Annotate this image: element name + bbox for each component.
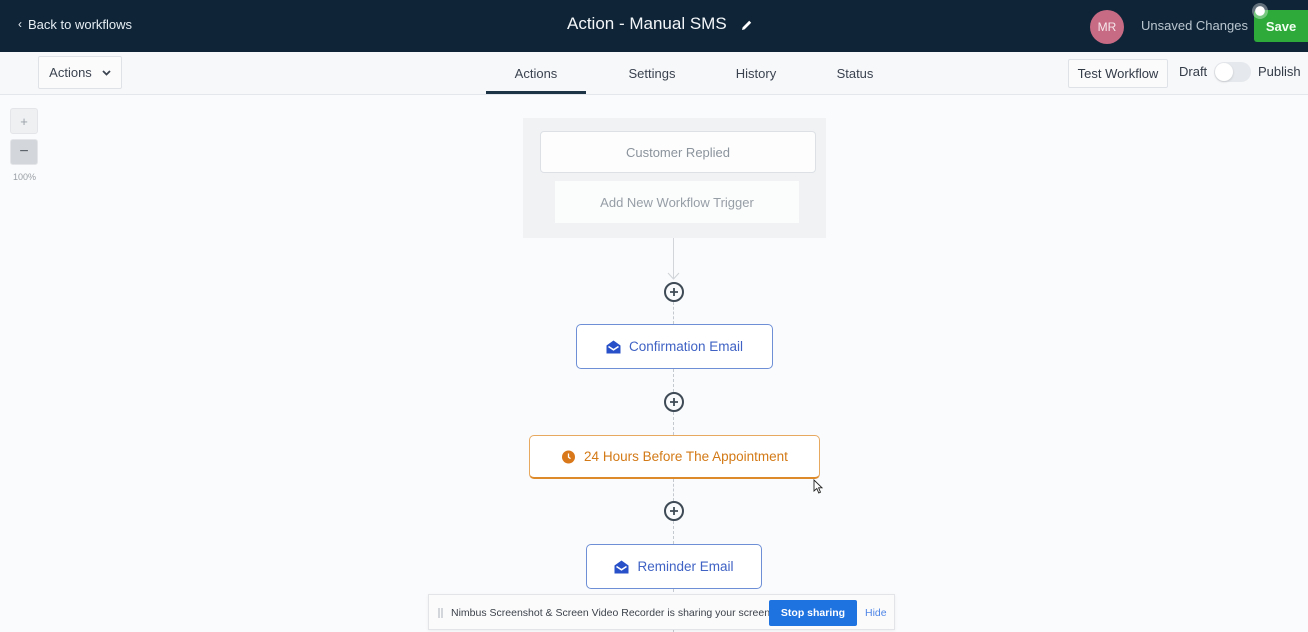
step-wait-24-hours[interactable]: 24 Hours Before The Appointment [529, 435, 820, 479]
drag-handle-icon[interactable] [438, 608, 443, 618]
chevron-down-icon [102, 69, 111, 76]
tab-label: Settings [628, 65, 676, 81]
tab-settings[interactable]: Settings [586, 52, 718, 94]
step-confirmation-email[interactable]: Confirmation Email [576, 324, 773, 369]
stop-sharing-button[interactable]: Stop sharing [769, 600, 857, 626]
tab-status[interactable]: Status [794, 52, 916, 94]
clock-icon [562, 450, 576, 463]
publish-label: Publish [1258, 64, 1301, 79]
workflow-title: Action - Manual SMS [567, 14, 727, 33]
arrow-down-icon [667, 272, 680, 280]
pencil-icon[interactable] [741, 18, 753, 30]
envelope-open-icon [614, 560, 629, 573]
avatar-initials: MR [1097, 20, 1117, 34]
zoom-level: 100% [13, 172, 37, 182]
envelope-open-icon [606, 340, 621, 353]
screen-sharing-message: Nimbus Screenshot & Screen Video Recorde… [451, 607, 773, 619]
add-step-button[interactable] [664, 501, 684, 521]
chevron-left-icon: ‹ [18, 16, 22, 31]
user-avatar[interactable]: MR [1090, 10, 1124, 44]
step-reminder-email[interactable]: Reminder Email [586, 544, 762, 589]
back-link-label: Back to workflows [28, 17, 133, 32]
plus-icon [670, 288, 678, 296]
step-label: 24 Hours Before The Appointment [584, 449, 788, 464]
step-label: Reminder Email [637, 559, 734, 574]
trigger-customer-replied[interactable]: Customer Replied [540, 131, 816, 173]
plus-icon [670, 507, 678, 515]
tab-label: Actions [514, 65, 558, 81]
tab-history[interactable]: History [718, 52, 794, 94]
step-label: Confirmation Email [628, 339, 744, 354]
connector-line [673, 302, 674, 324]
screen-sharing-bar: Nimbus Screenshot & Screen Video Recorde… [428, 594, 895, 630]
tab-actions[interactable]: Actions [486, 52, 586, 94]
connector-line [673, 412, 674, 435]
hide-sharing-bar-link[interactable]: Hide [865, 607, 887, 619]
zoom-out-button[interactable]: − [10, 139, 38, 165]
workflow-tabs: Actions Settings History Status [460, 52, 916, 94]
add-step-button[interactable] [664, 392, 684, 412]
mouse-cursor-icon [813, 479, 823, 494]
connector-line [673, 521, 674, 544]
back-to-workflows-link[interactable]: ‹ Back to workflows [18, 16, 133, 33]
add-workflow-trigger-button[interactable]: Add New Workflow Trigger [555, 181, 799, 223]
plus-icon [670, 398, 678, 406]
unsaved-changes-status: Unsaved Changes [1141, 18, 1248, 33]
tab-label: Status [836, 65, 874, 81]
actions-dropdown-label: Actions [49, 65, 92, 80]
top-header: ‹ Back to workflows Action - Manual SMS … [0, 0, 1308, 52]
connector-line [673, 479, 674, 501]
zoom-in-button[interactable]: + [10, 108, 38, 134]
connector-line [673, 369, 674, 392]
publish-toggle[interactable] [1214, 62, 1251, 82]
test-workflow-button[interactable]: Test Workflow [1068, 59, 1168, 88]
workflow-title-group: Action - Manual SMS [567, 14, 753, 34]
actions-dropdown[interactable]: Actions [38, 56, 122, 89]
add-step-button[interactable] [664, 282, 684, 302]
workflow-toolbar: Actions Actions Settings History Status … [0, 52, 1308, 95]
recording-indicator-icon [1252, 3, 1268, 19]
toggle-knob [1215, 63, 1233, 81]
tab-label: History [735, 65, 777, 81]
draft-label: Draft [1179, 64, 1208, 79]
